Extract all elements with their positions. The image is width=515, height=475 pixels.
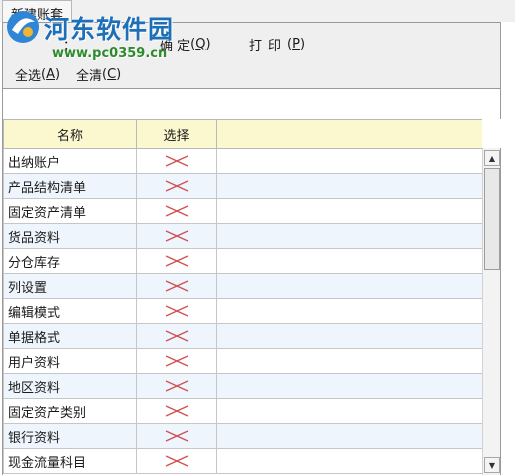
confirm-hotkey: Q	[195, 36, 206, 52]
vertical-scrollbar[interactable]: ▲ ▼	[482, 148, 501, 475]
table-row[interactable]: 银行资料	[3, 423, 482, 449]
row-blank-cell	[216, 423, 482, 449]
row-name-cell: 分仓库存	[3, 248, 137, 274]
table-row[interactable]: 分仓库存	[3, 248, 482, 274]
confirm-label: 确 定	[160, 38, 191, 54]
blank-input-bar	[2, 89, 501, 119]
partial-label-text: ：	[63, 38, 77, 54]
column-header-name[interactable]: 名称	[3, 119, 137, 149]
print-label: 打印	[249, 38, 288, 54]
table-header-row: 名称 选择	[3, 119, 482, 149]
triangle-up-icon: ▲	[488, 153, 496, 163]
row-select-cell[interactable]	[136, 248, 217, 274]
toolbar: ： 确 定(Q) 打印(P) 全选(A) 全清(C)	[2, 22, 501, 89]
scroll-down-button[interactable]: ▼	[484, 457, 500, 473]
row-name-cell: 固定资产清单	[3, 198, 137, 224]
row-name-cell: 货品资料	[3, 223, 137, 249]
table-row[interactable]: 货品资料	[3, 223, 482, 249]
unchecked-cross-icon	[165, 155, 188, 167]
row-name-cell: 固定资产类别	[3, 398, 137, 424]
row-select-cell[interactable]	[136, 348, 217, 374]
table-row[interactable]: 编辑模式	[3, 298, 482, 324]
table-row[interactable]: 现金流量科目	[3, 448, 482, 474]
unchecked-cross-icon	[165, 230, 188, 242]
unchecked-cross-icon	[165, 180, 188, 192]
row-name-cell: 地区资料	[3, 373, 137, 399]
triangle-down-icon: ▼	[488, 460, 496, 470]
table-row[interactable]: 产品结构清单	[3, 173, 482, 199]
row-select-cell[interactable]	[136, 373, 217, 399]
row-select-cell[interactable]	[136, 448, 217, 474]
row-blank-cell	[216, 398, 482, 424]
table-row[interactable]: 固定资产类别	[3, 398, 482, 424]
confirm-button[interactable]: 确 定(Q)	[160, 33, 211, 55]
clear-all-button[interactable]: 全清(C)	[76, 63, 121, 85]
row-name-cell: 编辑模式	[3, 298, 137, 324]
row-select-cell[interactable]	[136, 223, 217, 249]
row-name-cell: 产品结构清单	[3, 173, 137, 199]
unchecked-cross-icon	[165, 255, 188, 267]
column-header-select[interactable]: 选择	[136, 119, 217, 149]
row-select-cell[interactable]	[136, 398, 217, 424]
selection-grid: 名称 选择 出纳账户 产品结构清单 固定资产清单 货品资料 分仓库存 列设置 编辑模式 单据格…	[2, 119, 482, 475]
row-select-cell[interactable]	[136, 173, 217, 199]
row-blank-cell	[216, 273, 482, 299]
table-row[interactable]: 列设置	[3, 273, 482, 299]
unchecked-cross-icon	[165, 355, 188, 367]
tab-new-account-set[interactable]: 新建账套	[2, 0, 73, 23]
row-select-cell[interactable]	[136, 148, 217, 174]
print-button[interactable]: 打印(P)	[249, 33, 305, 55]
row-select-cell[interactable]	[136, 198, 217, 224]
unchecked-cross-icon	[165, 380, 188, 392]
row-name-cell: 出纳账户	[3, 148, 137, 174]
scroll-up-button[interactable]: ▲	[484, 150, 500, 166]
print-hotkey: P	[292, 36, 300, 52]
row-blank-cell	[216, 348, 482, 374]
row-blank-cell	[216, 298, 482, 324]
table-row[interactable]: 固定资产清单	[3, 198, 482, 224]
tab-label: 新建账套	[11, 8, 64, 23]
row-blank-cell	[216, 373, 482, 399]
table-row[interactable]: 单据格式	[3, 323, 482, 349]
row-select-cell[interactable]	[136, 273, 217, 299]
unchecked-cross-icon	[165, 430, 188, 442]
row-blank-cell	[216, 323, 482, 349]
row-blank-cell	[216, 248, 482, 274]
row-name-cell: 列设置	[3, 273, 137, 299]
scrollbar-thumb[interactable]	[484, 168, 500, 270]
unchecked-cross-icon	[165, 280, 188, 292]
tab-strip: 新建账套	[0, 0, 515, 23]
row-name-cell: 现金流量科目	[3, 448, 137, 474]
select-all-hotkey: A	[46, 66, 55, 82]
row-name-cell: 银行资料	[3, 423, 137, 449]
row-select-cell[interactable]	[136, 423, 217, 449]
select-all-label: 全选	[15, 68, 42, 84]
select-all-button[interactable]: 全选(A)	[15, 63, 60, 85]
unchecked-cross-icon	[165, 205, 188, 217]
row-select-cell[interactable]	[136, 323, 217, 349]
table-row[interactable]: 地区资料	[3, 373, 482, 399]
row-name-cell: 单据格式	[3, 323, 137, 349]
table-row[interactable]: 用户资料	[3, 348, 482, 374]
table-row[interactable]: 出纳账户	[3, 148, 482, 174]
clear-all-label: 全清	[76, 68, 103, 84]
selection-table: 名称 选择 出纳账户 产品结构清单 固定资产清单 货品资料 分仓库存 列设置 编辑模式 单据格…	[3, 119, 482, 474]
row-blank-cell	[216, 223, 482, 249]
toolbar-partial-label: ：	[63, 33, 76, 55]
row-name-cell: 用户资料	[3, 348, 137, 374]
column-header-blank	[216, 119, 482, 149]
row-blank-cell	[216, 448, 482, 474]
row-blank-cell	[216, 198, 482, 224]
unchecked-cross-icon	[165, 305, 188, 317]
clear-all-hotkey: C	[107, 66, 117, 82]
unchecked-cross-icon	[165, 330, 188, 342]
unchecked-cross-icon	[165, 455, 188, 467]
row-select-cell[interactable]	[136, 298, 217, 324]
row-blank-cell	[216, 148, 482, 174]
row-blank-cell	[216, 173, 482, 199]
unchecked-cross-icon	[165, 405, 188, 417]
